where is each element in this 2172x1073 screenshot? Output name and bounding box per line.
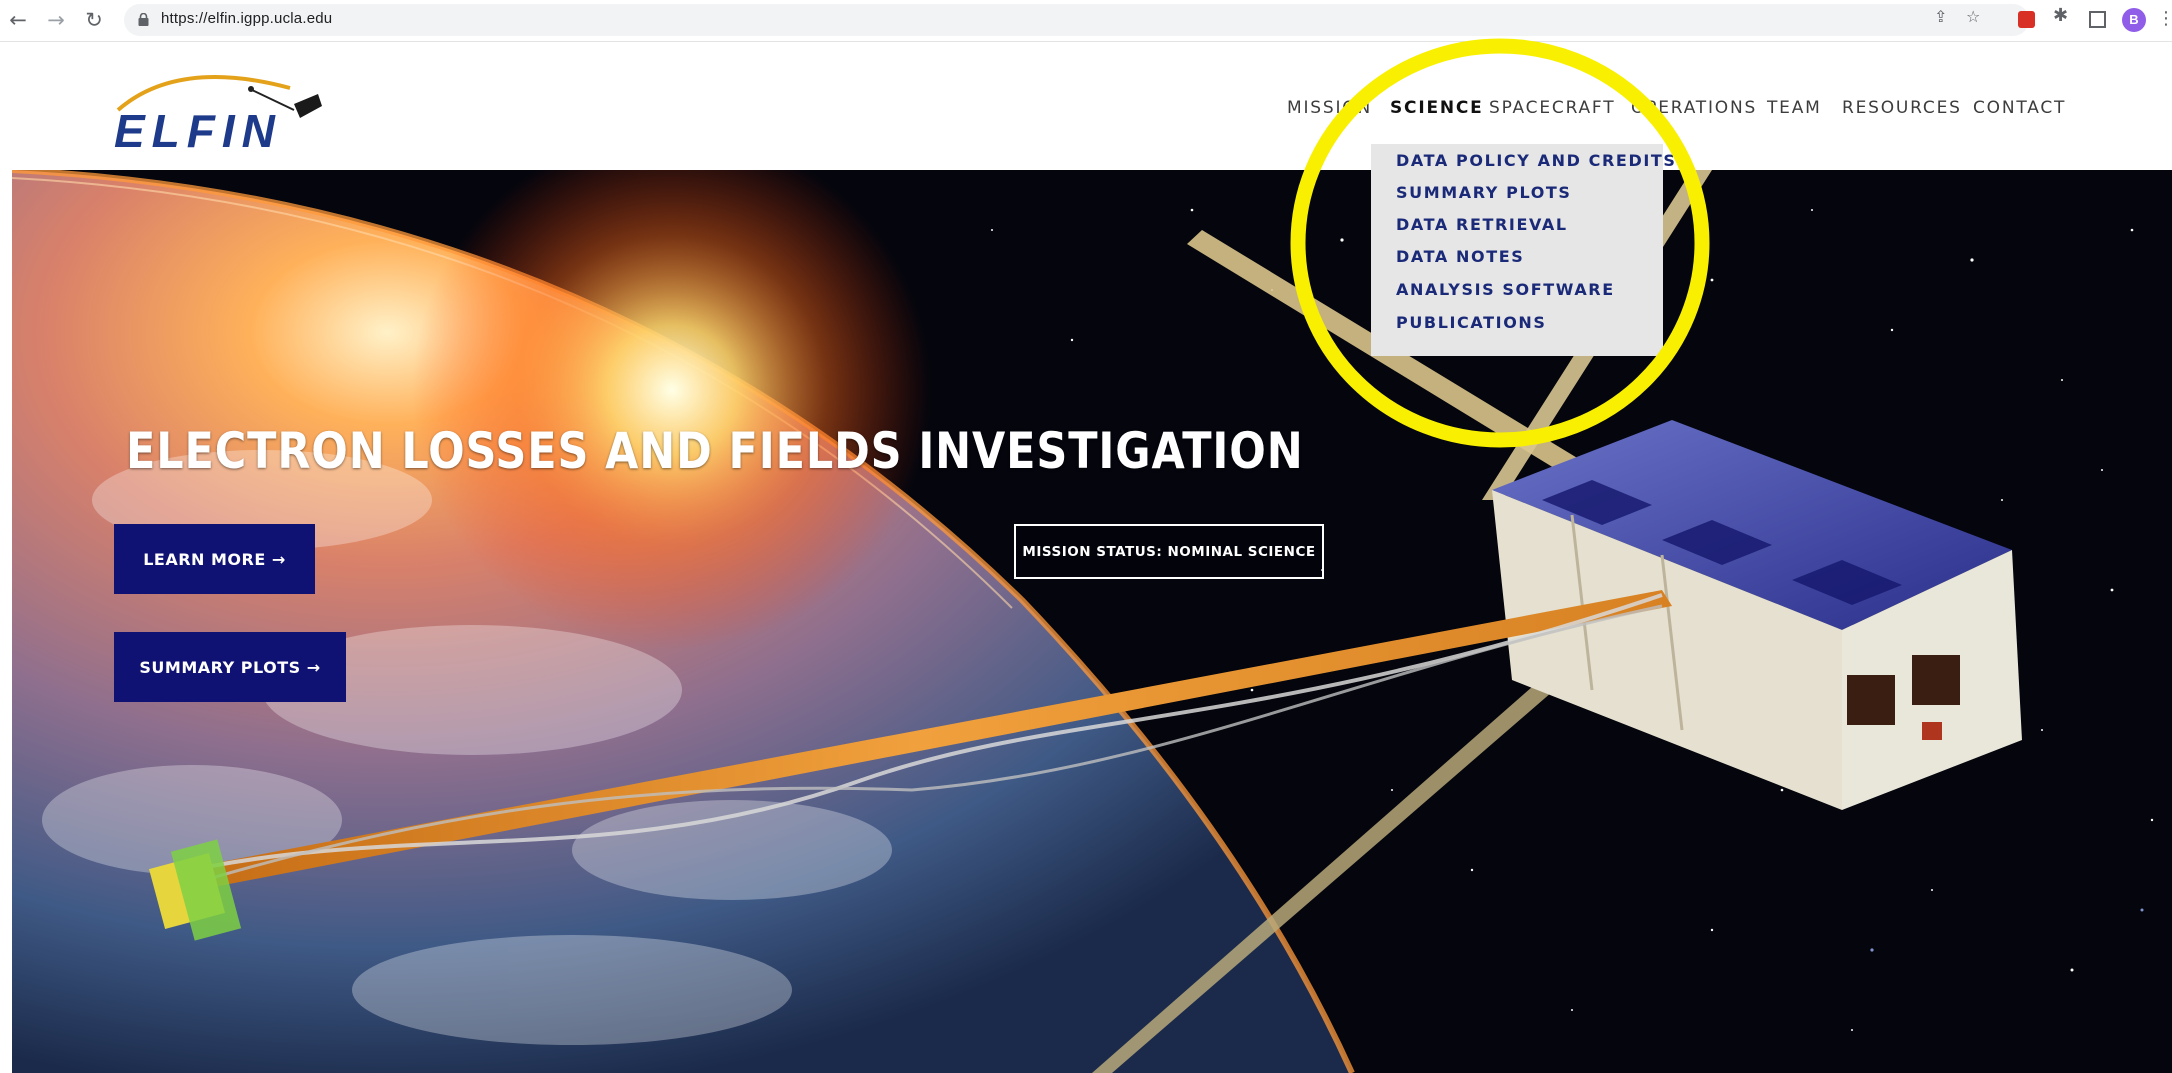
url-text: https://elfin.igpp.ucla.edu <box>161 10 333 27</box>
nav-item-spacecraft[interactable]: SPACECRAFT <box>1489 98 1615 118</box>
browser-toolbar: ← → ↻ https://elfin.igpp.ucla.edu ⇪ ☆ ✱ … <box>0 0 2172 42</box>
extensions-puzzle-icon[interactable]: ✱ <box>2053 7 2068 25</box>
dropdown-item-publications[interactable]: PUBLICATIONS <box>1396 313 1547 332</box>
profile-avatar[interactable]: B <box>2122 8 2146 32</box>
hero-background-image <box>12 170 2172 1073</box>
mission-status-button[interactable]: MISSION STATUS: NOMINAL SCIENCE <box>1014 524 1324 579</box>
site-header: ELFIN MISSION SCIENCE SPACECRAFT OPERATI… <box>0 42 2172 170</box>
dropdown-item-analysis-software[interactable]: ANALYSIS SOFTWARE <box>1396 280 1615 299</box>
share-icon[interactable]: ⇪ <box>1934 9 1947 25</box>
bookmark-star-icon[interactable]: ☆ <box>1966 9 1980 25</box>
forward-arrow-icon[interactable]: → <box>42 6 70 34</box>
dropdown-item-summary-plots[interactable]: SUMMARY PLOTS <box>1396 183 1572 202</box>
site-logo[interactable]: ELFIN <box>108 60 333 170</box>
summary-plots-button[interactable]: SUMMARY PLOTS → <box>114 632 346 702</box>
lock-icon <box>138 13 149 26</box>
nav-item-team[interactable]: TEAM <box>1767 98 1822 118</box>
side-panel-icon[interactable] <box>2089 11 2106 28</box>
nav-item-operations[interactable]: OPERATIONS <box>1631 98 1757 118</box>
nav-item-contact[interactable]: CONTACT <box>1973 98 2066 118</box>
dropdown-item-data-notes[interactable]: DATA NOTES <box>1396 247 1524 266</box>
extension-icon[interactable] <box>2018 11 2035 28</box>
address-bar[interactable]: https://elfin.igpp.ucla.edu <box>124 4 2029 36</box>
back-arrow-icon[interactable]: ← <box>4 6 32 34</box>
dropdown-item-data-retrieval[interactable]: DATA RETRIEVAL <box>1396 215 1568 234</box>
nav-item-mission[interactable]: MISSION <box>1287 98 1372 118</box>
reload-icon[interactable]: ↻ <box>80 6 108 34</box>
dropdown-item-data-policy[interactable]: DATA POLICY AND CREDITS <box>1396 151 1677 170</box>
nav-item-resources[interactable]: RESOURCES <box>1842 98 1962 118</box>
hero-title: ELECTRON LOSSES AND FIELDS INVESTIGATION <box>126 422 1304 480</box>
hero-banner: ELECTRON LOSSES AND FIELDS INVESTIGATION… <box>12 170 2172 1073</box>
browser-menu-icon[interactable]: ⋮ <box>2157 9 2172 29</box>
nav-item-science[interactable]: SCIENCE <box>1390 98 1484 118</box>
logo-text: ELFIN <box>114 105 282 157</box>
learn-more-button[interactable]: LEARN MORE → <box>114 524 315 594</box>
science-dropdown-menu: DATA POLICY AND CREDITS SUMMARY PLOTS DA… <box>1371 144 1675 356</box>
